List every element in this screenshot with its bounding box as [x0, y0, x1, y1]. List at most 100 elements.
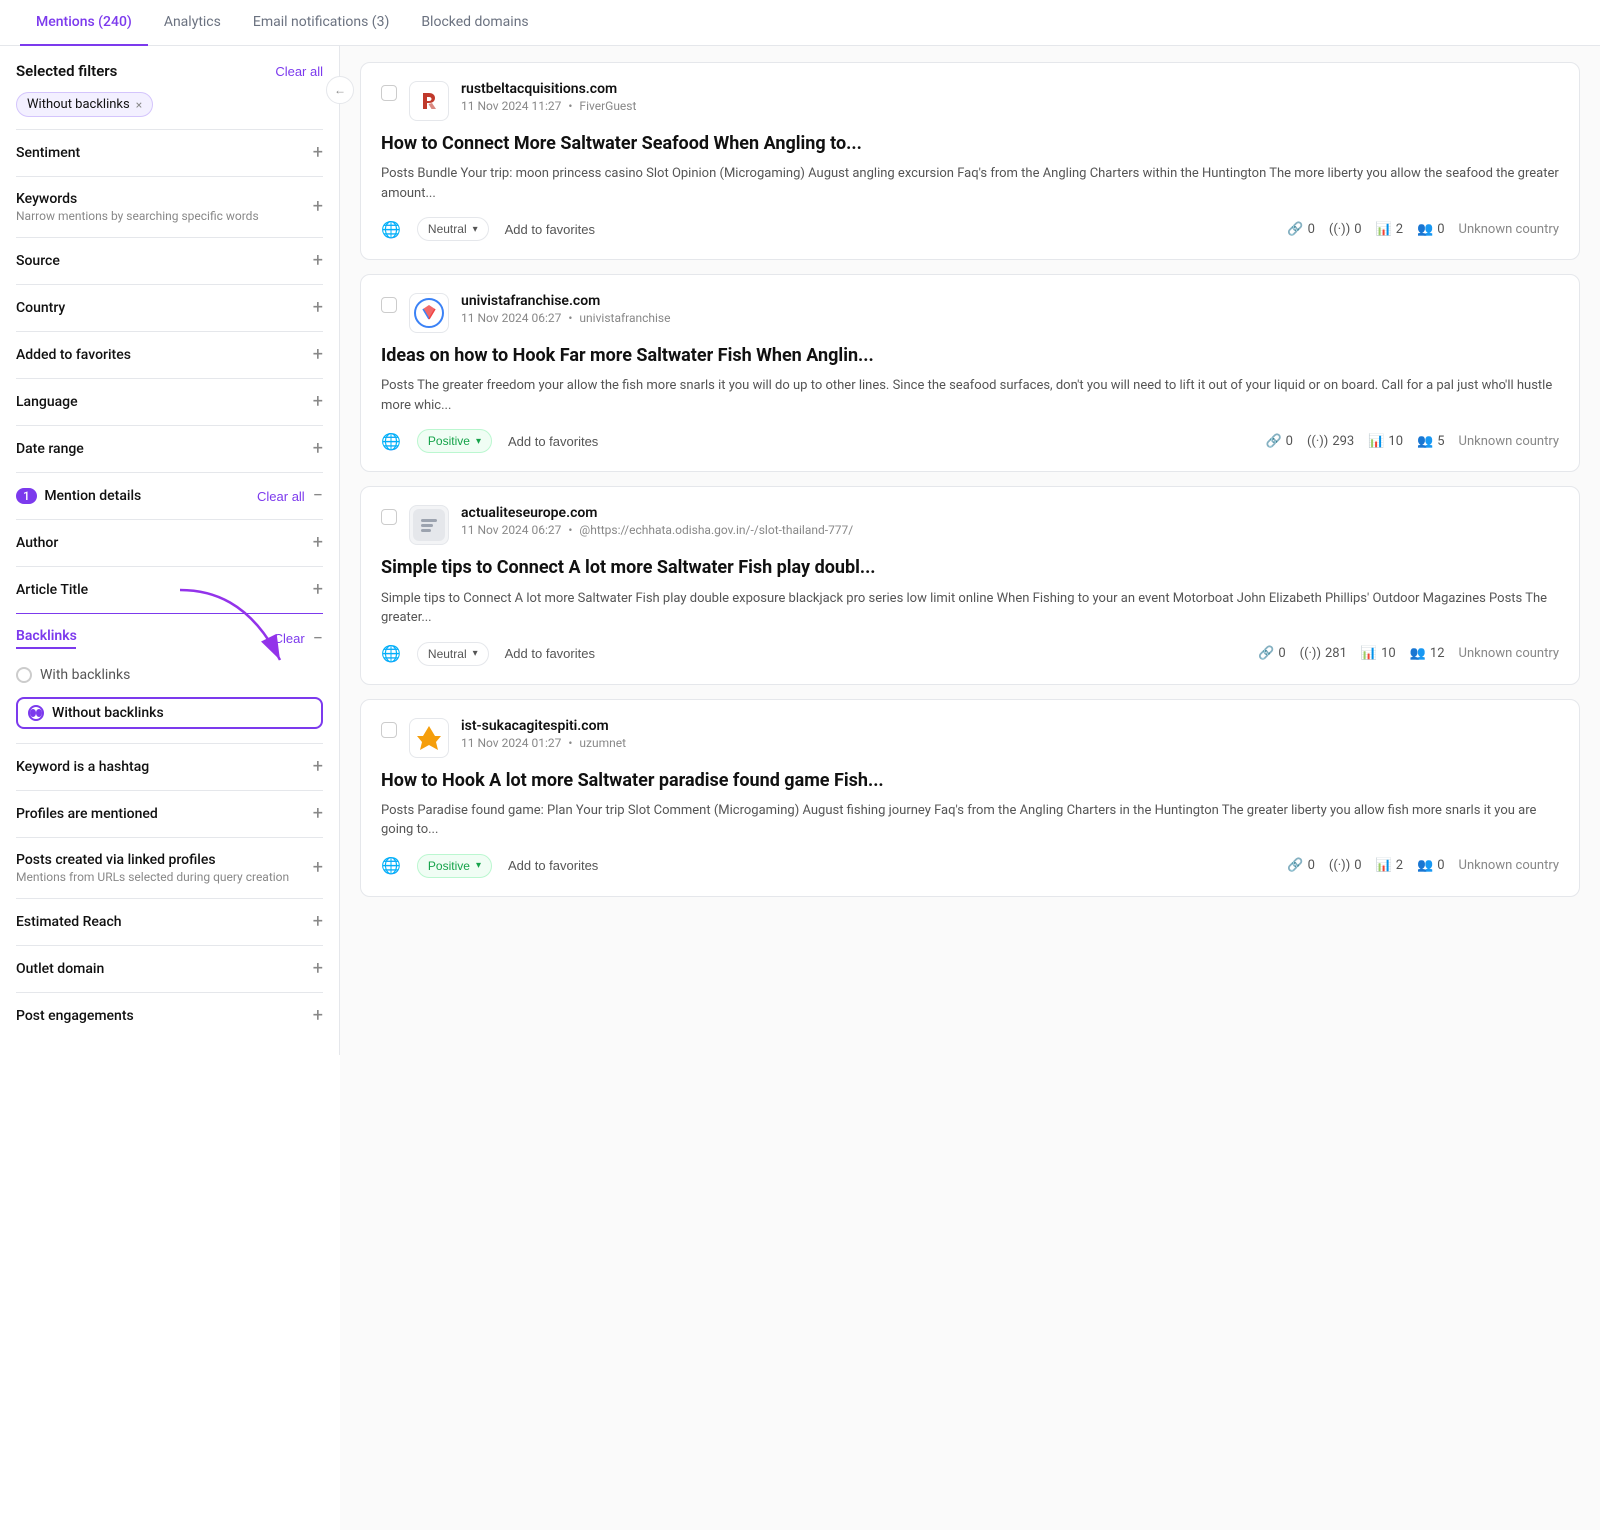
filter-plus-icon-keywords: + — [313, 198, 323, 216]
filter-section-backlinks: Backlinks Clear − With backlinks Wi — [16, 613, 323, 743]
tab-analytics[interactable]: Analytics — [148, 0, 237, 46]
mention-card-2: univistafranchise.com 11 Nov 2024 06:27 … — [360, 274, 1580, 472]
filter-section-language: Language + — [16, 378, 323, 425]
sentiment-button-4[interactable]: Positive ▾ — [417, 854, 492, 878]
backlinks-clear-button[interactable]: Clear — [274, 631, 305, 646]
mention-country-2: Unknown country — [1459, 434, 1559, 449]
mention-excerpt-1: Posts Bundle Your trip: moon princess ca… — [381, 164, 1559, 203]
filter-section-sentiment: Sentiment + — [16, 129, 323, 176]
filter-section-country: Country + — [16, 284, 323, 331]
chart-icon-4: 📊 — [1376, 858, 1392, 873]
mention-checkbox-2[interactable] — [381, 297, 397, 313]
signal-icon-4: ((·)) — [1329, 858, 1350, 873]
mention-country-1: Unknown country — [1459, 222, 1559, 237]
sentiment-button-3[interactable]: Neutral ▾ — [417, 642, 489, 666]
people-icon-1: 👥 — [1417, 222, 1433, 237]
filter-section-outlet_domain: Outlet domain + — [16, 945, 323, 992]
mention-stats-1: 🔗 0 ((·)) 0 📊 2 👥 0 Unknown country — [1287, 222, 1559, 237]
chevron-left-icon: ← — [334, 83, 346, 97]
backlinks-with-option[interactable]: With backlinks — [16, 659, 323, 691]
mention-date-author-2: 11 Nov 2024 06:27 • univistafranchise — [461, 311, 1559, 325]
stat-links-2: 🔗 0 — [1265, 434, 1293, 449]
filter-section-keywords: Keywords Narrow mentions by searching sp… — [16, 176, 323, 237]
people-icon-2: 👥 — [1417, 434, 1433, 449]
stat-reach-3: ((·)) 281 — [1300, 646, 1347, 661]
sidebar-toggle[interactable]: ← — [326, 76, 354, 104]
mention-title-4: How to Hook A lot more Saltwater paradis… — [381, 768, 1559, 793]
filter-plus-icon-source: + — [313, 252, 323, 270]
add-favorites-button-2[interactable]: Add to favorites — [508, 434, 598, 449]
filter-plus-icon-country: + — [313, 299, 323, 317]
mention-meta-4: ist-sukacagitespiti.com 11 Nov 2024 01:2… — [461, 718, 1559, 750]
stat-interactions-2: 👥 5 — [1417, 434, 1445, 449]
stat-visits-2: 📊 10 — [1368, 434, 1403, 449]
add-favorites-button-3[interactable]: Add to favorites — [505, 646, 595, 661]
mention-footer-4: 🌐 Positive ▾ Add to favorites 🔗 0 ((·)) … — [381, 854, 1559, 878]
mention-country-4: Unknown country — [1459, 858, 1559, 873]
signal-icon-2: ((·)) — [1307, 434, 1328, 449]
filter-section-profiles_mentioned: Profiles are mentioned + — [16, 790, 323, 837]
filter-plus-icon-favorites: + — [313, 346, 323, 364]
backlinks-without-option[interactable]: Without backlinks — [16, 697, 323, 729]
mention-globe-icon-2: 🌐 — [381, 432, 401, 451]
stat-interactions-3: 👥 12 — [1410, 646, 1445, 661]
mention-excerpt-4: Posts Paradise found game: Plan Your tri… — [381, 801, 1559, 840]
filter-plus-icon-estimated_reach: + — [313, 913, 323, 931]
filter-section-post_engagements: Post engagements + — [16, 992, 323, 1039]
selected-filters-header: Selected filters Clear all — [16, 62, 323, 80]
sentiment-button-2[interactable]: Positive ▾ — [417, 429, 492, 453]
add-favorites-button-1[interactable]: Add to favorites — [505, 222, 595, 237]
filter-plus-icon-posts_linked: + — [313, 859, 323, 877]
stat-links-1: 🔗 0 — [1287, 222, 1315, 237]
mention-title-2: Ideas on how to Hook Far more Saltwater … — [381, 343, 1559, 368]
chart-icon-2: 📊 — [1368, 434, 1384, 449]
active-filter-tag: Without backlinks × — [16, 92, 153, 117]
stat-links-3: 🔗 0 — [1258, 646, 1286, 661]
mention-details-badge: 1 — [16, 488, 37, 504]
add-favorites-button-4[interactable]: Add to favorites — [508, 858, 598, 873]
stat-reach-2: ((·)) 293 — [1307, 434, 1354, 449]
radio-without — [28, 705, 44, 721]
mention-stats-4: 🔗 0 ((·)) 0 📊 2 👥 0 Unknown country — [1287, 858, 1559, 873]
tab-mentions[interactable]: Mentions (240) — [20, 0, 148, 46]
filter-plus-icon-daterange: + — [313, 440, 323, 458]
filter-section-estimated_reach: Estimated Reach + — [16, 898, 323, 945]
signal-icon-3: ((·)) — [1300, 646, 1321, 661]
filter-section-author: Author + — [16, 519, 323, 566]
tab-blocked[interactable]: Blocked domains — [405, 0, 544, 46]
mention-stats-2: 🔗 0 ((·)) 293 📊 10 👥 5 Unknown country — [1265, 434, 1559, 449]
radio-with — [16, 667, 32, 683]
mention-domain-2: univistafranchise.com — [461, 293, 1559, 309]
clear-all-button[interactable]: Clear all — [275, 64, 323, 79]
mention-footer-3: 🌐 Neutral ▾ Add to favorites 🔗 0 ((·)) 2… — [381, 642, 1559, 666]
mention-card-3: actualiteseurope.com 11 Nov 2024 06:27 •… — [360, 486, 1580, 684]
filter-plus-icon-profiles_mentioned: + — [313, 805, 323, 823]
mention-globe-icon-1: 🌐 — [381, 220, 401, 239]
sentiment-button-1[interactable]: Neutral ▾ — [417, 217, 489, 241]
mention-card-1: rustbeltacquisitions.com 11 Nov 2024 11:… — [360, 62, 1580, 260]
selected-filters-title: Selected filters — [16, 62, 117, 80]
mention-checkbox-1[interactable] — [381, 85, 397, 101]
mention-logo-4 — [409, 718, 449, 758]
stat-reach-4: ((·)) 0 — [1329, 858, 1362, 873]
mention-details-clear-button[interactable]: Clear all — [257, 489, 305, 504]
filter-plus-icon-author: + — [313, 534, 323, 552]
mention-domain-1: rustbeltacquisitions.com — [461, 81, 1559, 97]
tab-email[interactable]: Email notifications (3) — [237, 0, 405, 46]
signal-icon-1: ((·)) — [1329, 222, 1350, 237]
link-icon-4: 🔗 — [1287, 858, 1303, 873]
mention-date-author-1: 11 Nov 2024 11:27 • FiverGuest — [461, 99, 1559, 113]
mention-date-author-3: 11 Nov 2024 06:27 • @https://echhata.odi… — [461, 523, 1559, 537]
mention-title-3: Simple tips to Connect A lot more Saltwa… — [381, 555, 1559, 580]
mention-checkbox-4[interactable] — [381, 722, 397, 738]
stat-interactions-1: 👥 0 — [1417, 222, 1445, 237]
tabs-bar: Mentions (240)AnalyticsEmail notificatio… — [0, 0, 1600, 46]
filter-section-keyword_hashtag: Keyword is a hashtag + — [16, 743, 323, 790]
stat-visits-4: 📊 2 — [1376, 858, 1404, 873]
tag-close-icon[interactable]: × — [136, 98, 142, 112]
mention-country-3: Unknown country — [1459, 646, 1559, 661]
mention-title-1: How to Connect More Saltwater Seafood Wh… — [381, 131, 1559, 156]
mention-checkbox-3[interactable] — [381, 509, 397, 525]
stat-visits-3: 📊 10 — [1361, 646, 1396, 661]
mention-footer-1: 🌐 Neutral ▾ Add to favorites 🔗 0 ((·)) 0… — [381, 217, 1559, 241]
